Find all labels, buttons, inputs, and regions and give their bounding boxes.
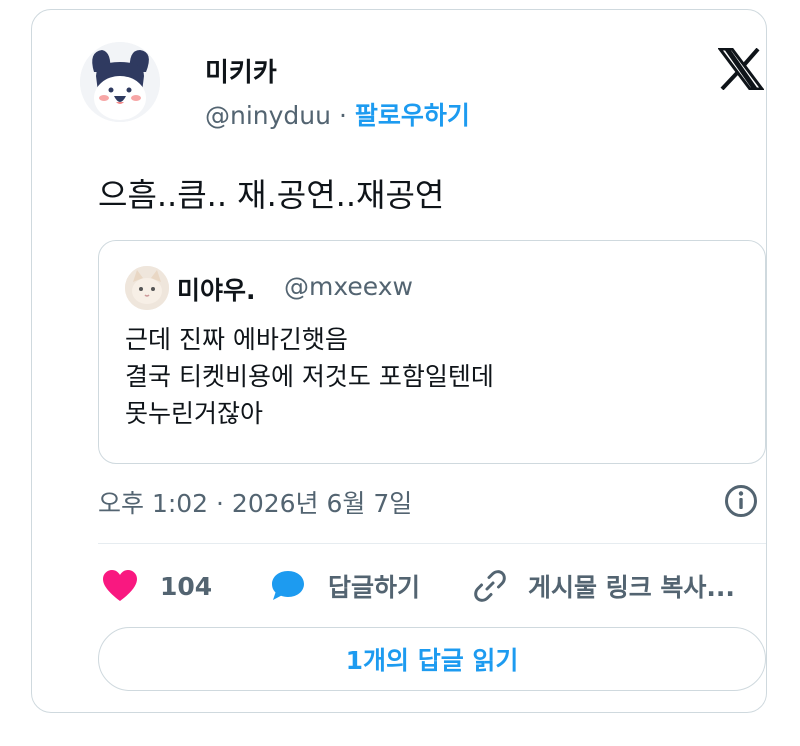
- author-avatar[interactable]: [80, 42, 160, 122]
- like-count: 104: [160, 571, 213, 601]
- tweet-timestamp[interactable]: 오후 1:02 · 2026년 6월 7일: [98, 484, 412, 520]
- quoted-text-line: 근데 진짜 에바긴햇음: [125, 325, 348, 354]
- author-display-name[interactable]: 미키카: [205, 52, 277, 89]
- author-handle[interactable]: @ninyduu: [205, 101, 331, 130]
- separator-dot: ·: [338, 101, 347, 130]
- quoted-text-line: 못누린거잖아: [125, 399, 264, 428]
- info-icon[interactable]: [724, 484, 758, 518]
- quoted-text: 근데 진짜 에바긴햇음 결국 티켓비용에 저것도 포함일텐데 못누린거잖아: [125, 321, 745, 432]
- reply-label: 답글하기: [328, 573, 421, 602]
- quoted-handle: @mxeexw: [284, 272, 413, 301]
- link-icon: [472, 568, 508, 604]
- quoted-author-avatar[interactable]: [125, 266, 169, 310]
- tweet-text: 으흠..큼.. 재.공연..재공연: [98, 176, 445, 214]
- divider: [98, 543, 766, 544]
- copy-link-label: 게시물 링크 복사...: [528, 573, 735, 602]
- x-logo-icon[interactable]: [717, 47, 765, 91]
- reply-button[interactable]: 답글하기: [270, 566, 420, 606]
- read-replies-button[interactable]: 1개의 답글 읽기: [98, 627, 766, 691]
- follow-button[interactable]: 팔로우하기: [355, 101, 470, 130]
- quoted-text-line: 결국 티켓비용에 저것도 포함일텐데: [125, 362, 494, 391]
- speech-bubble-icon: [270, 569, 306, 603]
- tweet-card: 미키카 @ninyduu · 팔로우하기 으흠..큼.. 재.공연..재공연 미…: [31, 9, 767, 713]
- quoted-display-name: 미야우.: [177, 276, 256, 305]
- author-handle-line: @ninyduu · 팔로우하기: [205, 96, 470, 132]
- quoted-tweet[interactable]: 미야우. @mxeexw 근데 진짜 에바긴햇음 결국 티켓비용에 저것도 포함…: [98, 240, 766, 464]
- heart-icon: [102, 569, 138, 603]
- copy-link-button[interactable]: 게시물 링크 복사...: [472, 566, 735, 606]
- like-button[interactable]: 104: [102, 566, 212, 606]
